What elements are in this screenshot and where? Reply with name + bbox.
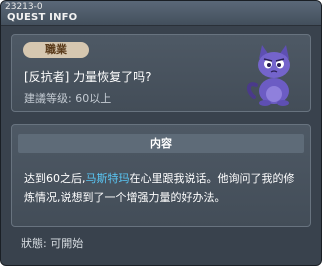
purple-cat-icon — [247, 45, 290, 106]
title-bar[interactable]: 23213-0 QUEST INFO — [1, 1, 321, 26]
quest-status: 狀態: 可開始 — [21, 237, 84, 250]
job-badge: 職業 — [23, 42, 89, 58]
quest-info-window: 23213-0 QUEST INFO 職業 [反抗者] 力量恢复了吗? 建議等级… — [0, 0, 322, 266]
quest-summary-panel: 職業 [反抗者] 力量恢复了吗? 建議等级: 60以上 — [11, 34, 311, 112]
content-panel: 内容 达到60之后,马斯特玛在心里跟我说话。他询问了我的修炼情况,说想到了一个增… — [11, 124, 311, 227]
content-header: 内容 — [18, 134, 304, 153]
description-text-before: 达到60之后, — [24, 172, 86, 185]
quest-description: 达到60之后,马斯特玛在心里跟我说话。他询问了我的修炼情况,说想到了一个增强力量… — [24, 169, 300, 207]
level-requirement: 建議等级: 60以上 — [24, 92, 112, 105]
quest-id: 23213-0 — [5, 2, 43, 12]
window-title: QUEST INFO — [7, 12, 78, 23]
quest-name: [反抗者] 力量恢复了吗? — [24, 70, 152, 84]
npc-name-link: 马斯特玛 — [85, 172, 130, 185]
